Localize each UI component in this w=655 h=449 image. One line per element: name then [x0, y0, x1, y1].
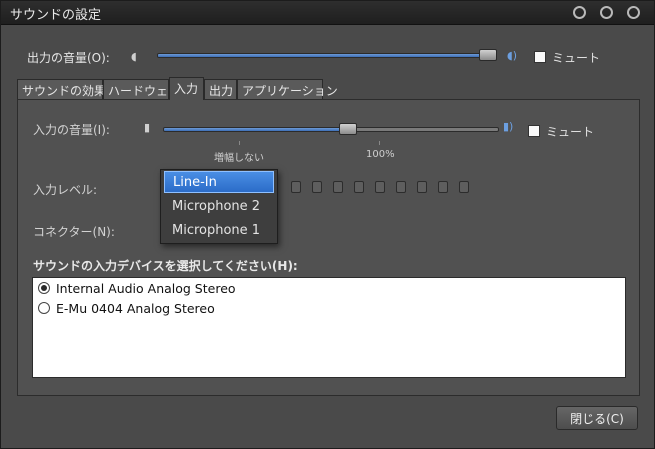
input-mute-checkbox[interactable] [528, 125, 540, 137]
minimize-icon[interactable] [573, 6, 586, 19]
tab-hardware[interactable]: ハードウェア [103, 79, 180, 99]
tab-applications[interactable]: アプリケーション [237, 79, 338, 99]
scale-unamplified-label: 増幅しない [214, 153, 264, 164]
connector-dropdown-menu: Line-In Microphone 2 Microphone 1 [160, 169, 278, 244]
window-title: サウンドの設定 [10, 8, 102, 23]
device-radio-selected[interactable] [38, 282, 50, 294]
list-item[interactable]: E-Mu 0404 Analog Stereo [38, 298, 215, 318]
scale-100-label: 100% [366, 149, 395, 160]
output-volume-label: 出力の音量(O): [27, 51, 110, 65]
level-segment [333, 181, 343, 193]
level-segment [438, 181, 448, 193]
tab-sound-effects[interactable]: サウンドの効果 [17, 79, 106, 99]
device-name: Internal Audio Analog Stereo [56, 280, 236, 296]
scale-tick-100 [379, 141, 380, 145]
connector-option-microphone-1[interactable]: Microphone 1 [164, 219, 274, 241]
connector-option-line-in[interactable]: Line-In [164, 171, 274, 193]
input-volume-label: 入力の音量(I): [33, 123, 110, 137]
level-segment [375, 181, 385, 193]
tab-output[interactable]: 出力 [204, 79, 237, 99]
output-mute-label: ミュート [552, 51, 601, 65]
microphone-low-icon: ▮ [144, 121, 151, 134]
level-segment [417, 181, 427, 193]
maximize-icon[interactable] [600, 6, 613, 19]
speaker-high-icon: ◖) [507, 49, 518, 62]
sound-settings-window: サウンドの設定 出力の音量(O): ◖ ◖) ミュート サウンドの効果 ハードウ… [0, 0, 655, 449]
tab-input[interactable]: 入力 [169, 77, 204, 100]
scale-tick-unamplified [239, 141, 240, 145]
output-volume-slider[interactable] [157, 53, 495, 58]
level-segment [291, 181, 301, 193]
level-segment [312, 181, 322, 193]
microphone-high-icon: ▮) [503, 120, 514, 133]
title-bar[interactable]: サウンドの設定 [1, 1, 654, 25]
device-radio[interactable] [38, 302, 50, 314]
input-volume-slider[interactable] [163, 127, 499, 132]
input-device-list: Internal Audio Analog Stereo E-Mu 0404 A… [32, 277, 626, 378]
level-segment [459, 181, 469, 193]
connector-option-microphone-2[interactable]: Microphone 2 [164, 195, 274, 217]
output-volume-handle[interactable] [479, 49, 497, 61]
input-volume-handle[interactable] [338, 123, 357, 135]
level-segment [396, 181, 406, 193]
close-window-icon[interactable] [627, 6, 640, 19]
level-segment [354, 181, 364, 193]
device-name: E-Mu 0404 Analog Stereo [56, 300, 215, 316]
list-item[interactable]: Internal Audio Analog Stereo [38, 278, 236, 298]
input-volume-fill [164, 128, 348, 131]
input-level-label: 入力レベル: [33, 183, 98, 197]
output-mute-checkbox[interactable] [534, 51, 546, 63]
connector-label: コネクター(N): [33, 225, 115, 239]
output-volume-fill [158, 54, 494, 57]
speaker-low-icon: ◖ [131, 50, 137, 63]
input-mute-label: ミュート [546, 125, 595, 139]
close-button[interactable]: 閉じる(C) [556, 406, 638, 430]
input-devices-heading: サウンドの入力デバイスを選択してください(H): [33, 259, 298, 273]
